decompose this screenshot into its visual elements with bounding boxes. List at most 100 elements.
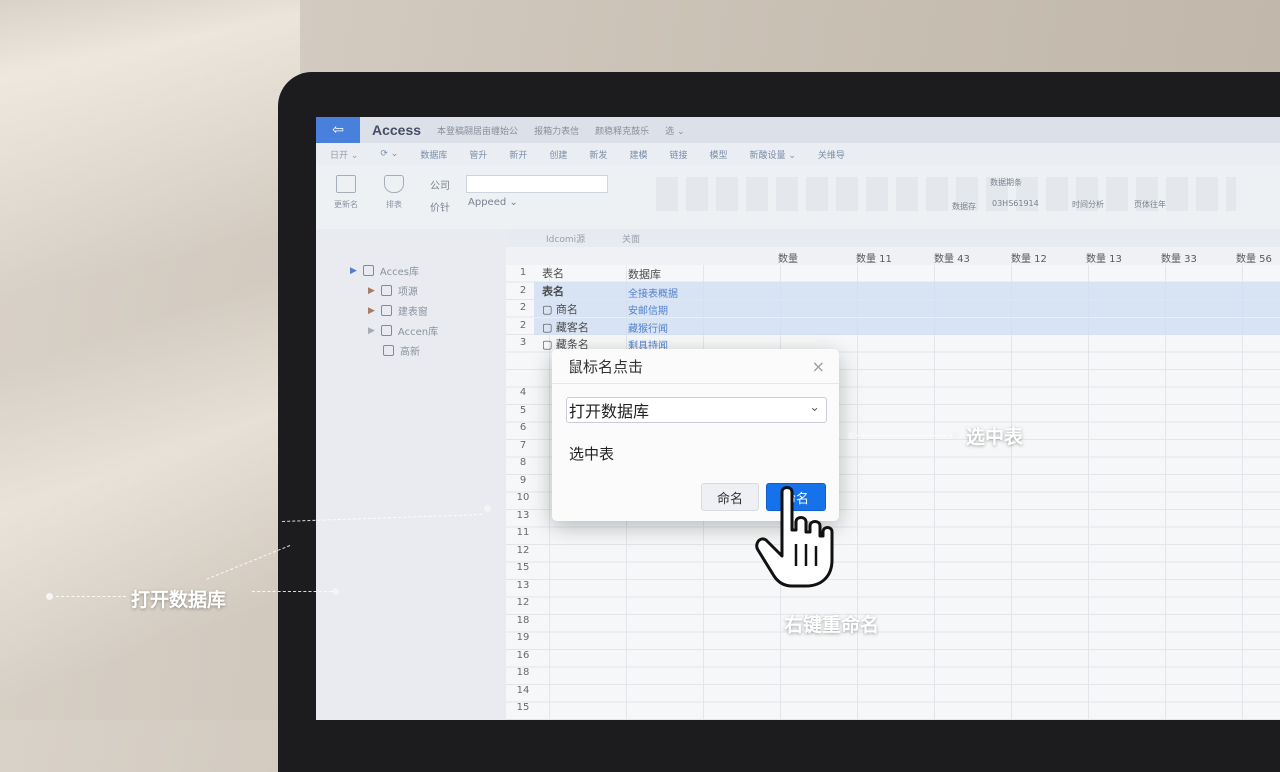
- font-input[interactable]: [466, 175, 608, 193]
- dialog-message: 选中表: [569, 445, 615, 463]
- cell-database[interactable]: 安邮信期: [628, 302, 668, 317]
- field-label: 价针: [430, 203, 450, 214]
- column-header[interactable]: 数量 12: [1011, 250, 1047, 265]
- row-number: 2: [519, 302, 527, 313]
- cell-table-name[interactable]: ▢ 藏客名: [542, 319, 589, 335]
- ribbon-button[interactable]: 页体往年: [1134, 199, 1166, 210]
- hand-pointer-icon: [755, 486, 834, 588]
- callout-line: [252, 591, 332, 592]
- chevron-down-icon: ⌄: [809, 400, 820, 415]
- column-header[interactable]: 数量 13: [1086, 250, 1122, 265]
- sunlight-overlay: [0, 0, 300, 720]
- doc-tab[interactable]: 本登稿翮居亩缠始公: [437, 124, 518, 137]
- cell-table-name[interactable]: 表名: [542, 283, 564, 299]
- table-icon: [380, 305, 392, 316]
- sheet-tabs: Idcomi源 关面: [506, 229, 1280, 247]
- cell-database[interactable]: 全接表概据: [628, 285, 678, 300]
- close-icon[interactable]: ×: [812, 357, 825, 376]
- ribbon-button[interactable]: 时间分析: [1072, 199, 1104, 210]
- cell-database[interactable]: 藏猴行闻: [628, 320, 668, 335]
- column-header-row: 数量 数量 11 数量 43 数量 12 数量 13 数量 33 数量 56: [506, 247, 1280, 265]
- callout-dot: [46, 593, 53, 600]
- menu-item[interactable]: 新酸设量 ⌄: [749, 148, 795, 161]
- cell-database[interactable]: 数据库: [628, 266, 661, 282]
- action-select[interactable]: 打开数据库 ⌄: [566, 397, 827, 423]
- doc-tab[interactable]: 选 ⌄: [665, 124, 684, 137]
- callout-rename: 右键重命名: [784, 614, 880, 636]
- callout-line: [56, 596, 126, 597]
- menu-item[interactable]: 模型: [709, 148, 727, 161]
- menu-item[interactable]: 数据库: [420, 148, 447, 161]
- ribbon-button[interactable]: 更新名: [328, 175, 364, 210]
- column-header[interactable]: 数量 43: [934, 250, 970, 265]
- row-number: 18: [516, 615, 530, 626]
- row-number: 15: [516, 702, 530, 713]
- tree-item-label: Acces库: [379, 267, 419, 278]
- ribbon-button[interactable]: 数据存: [952, 201, 976, 212]
- back-button[interactable]: ⇦: [316, 117, 360, 143]
- menu-item[interactable]: 日开 ⌄: [330, 148, 358, 161]
- column-header[interactable]: 数量 33: [1161, 250, 1197, 265]
- ribbon-label: 排表: [386, 200, 402, 209]
- menu-item[interactable]: 管升: [469, 148, 487, 161]
- column-header[interactable]: 数量: [778, 250, 798, 265]
- callout-open-db: 打开数据库: [131, 589, 227, 611]
- row-number: 18: [516, 667, 530, 678]
- menu-item[interactable]: 建模: [629, 148, 647, 161]
- row-number: 12: [516, 597, 530, 608]
- tree-item[interactable]: ▶ 项源: [368, 283, 418, 298]
- row-number: 9: [519, 475, 527, 486]
- folder-icon: [336, 175, 356, 193]
- ribbon-button[interactable]: 排表: [376, 175, 412, 210]
- doc-tab[interactable]: 颜稳释克鼓乐: [595, 124, 649, 137]
- expand-arrow-icon: ▶: [368, 285, 375, 296]
- column-header[interactable]: 数量 11: [856, 250, 892, 265]
- column-header[interactable]: 数量 56: [1236, 250, 1272, 265]
- menu-item[interactable]: ⟳ ⌄: [380, 149, 398, 159]
- font-dropdown[interactable]: Appeed ⌄: [468, 197, 518, 208]
- row-number: 3: [519, 337, 527, 348]
- callout-dot: [848, 432, 855, 439]
- row-number: 13: [516, 510, 530, 521]
- menu-item[interactable]: 新开: [509, 148, 527, 161]
- ribbon-value: 03HS61914: [992, 199, 1039, 208]
- callout-dot: [484, 505, 491, 512]
- ribbon: 更新名 排表 公司 价针 Appeed ⌄ 数据期条 03HS61914 数据存…: [316, 165, 1280, 230]
- ribbon-label: 更新名: [334, 200, 358, 209]
- expand-arrow-icon: ▶: [368, 325, 375, 336]
- callout-select-table: 选中表: [966, 426, 1024, 448]
- row-number: 4: [519, 387, 527, 398]
- row-number: 10: [516, 492, 530, 503]
- menu-item[interactable]: 关维导: [818, 148, 845, 161]
- row-number: 12: [516, 545, 530, 556]
- shield-icon: [384, 175, 404, 193]
- table-icon: [362, 265, 374, 276]
- doc-tab[interactable]: 报箱力表信: [534, 124, 579, 137]
- tree-item-label: 建表窗: [397, 307, 428, 318]
- navigation-pane: ▶ Acces库 ▶ 项源 ▶ 建表窗 ▶ Accen库 高新: [316, 229, 507, 720]
- dialog-header: 鼠标名点击 ×: [552, 349, 839, 384]
- dialog-title: 鼠标名点击: [568, 357, 644, 376]
- tree-item-label: Accen库: [397, 327, 439, 338]
- tree-item[interactable]: ▶ Accen库: [368, 323, 438, 338]
- ribbon-label: 数据期条: [990, 178, 1022, 187]
- sheet-tab[interactable]: 关面: [622, 232, 640, 245]
- menu-item[interactable]: 链接: [669, 148, 687, 161]
- row-number: 2: [519, 285, 527, 296]
- row-number: 1: [519, 267, 527, 278]
- field-label: 公司: [430, 181, 450, 192]
- row-number: 11: [516, 527, 530, 538]
- cell-table-name[interactable]: 表名: [542, 265, 564, 281]
- tree-item[interactable]: ▶ Acces库: [350, 263, 419, 278]
- cell-table-name[interactable]: ▢ 商名: [542, 301, 578, 317]
- menu-item[interactable]: 新发: [589, 148, 607, 161]
- sheet-tab[interactable]: Idcomi源: [546, 232, 585, 245]
- callout-dot: [332, 588, 339, 595]
- menu-bar: 日开 ⌄ ⟳ ⌄ 数据库 管升 新开 创建 新发 建模 链接 模型 新酸设量 ⌄…: [316, 143, 1280, 165]
- row-number: 5: [519, 405, 527, 416]
- menu-item[interactable]: 创建: [549, 148, 567, 161]
- rename-secondary-button[interactable]: 命名: [701, 483, 759, 511]
- tree-item[interactable]: ▶ 建表窗: [368, 303, 428, 318]
- row-number: 16: [516, 650, 530, 661]
- tree-item[interactable]: 高新: [383, 343, 420, 358]
